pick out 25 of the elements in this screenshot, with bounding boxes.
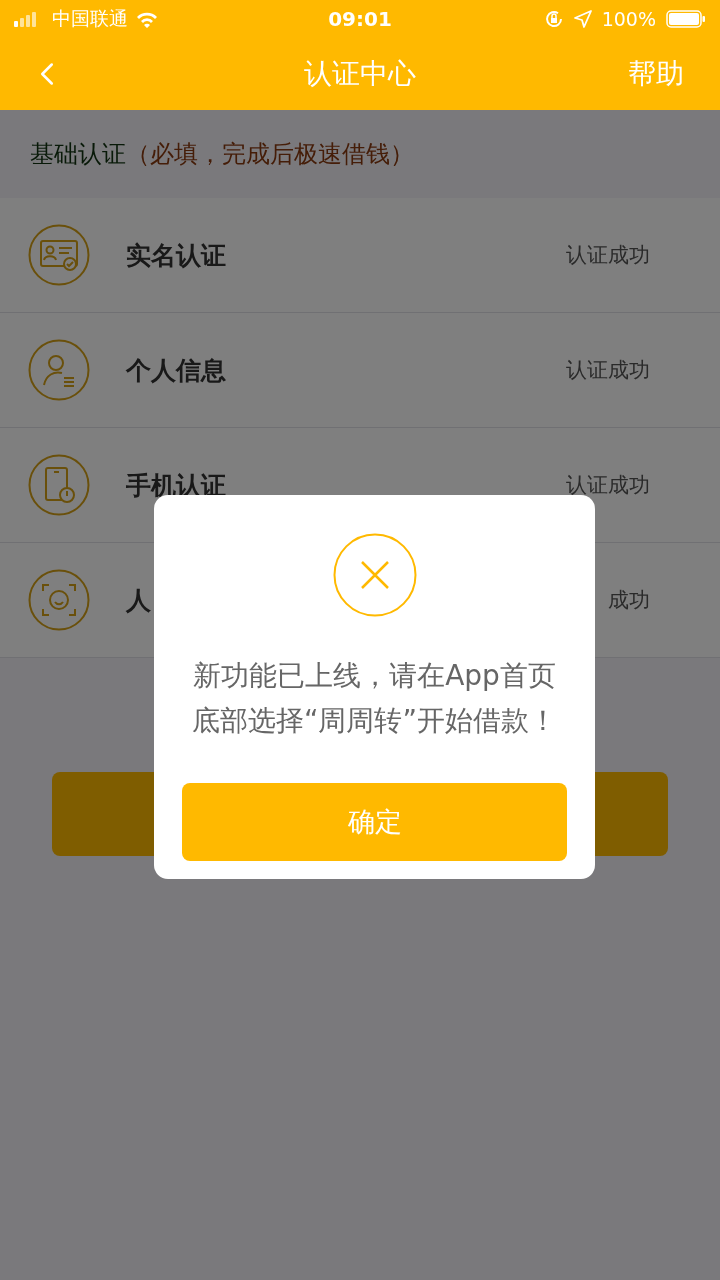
face-scan-icon [28,569,90,631]
battery-icon [666,10,706,28]
item-status: 成功 [608,587,650,614]
close-icon [332,533,417,617]
verification-row[interactable]: 个人信息 认证成功 [0,313,720,428]
page-title: 认证中心 [303,56,417,92]
item-title: 个人信息 [126,354,227,387]
clock-time: 09:01 [327,7,393,31]
item-title: 人 [126,584,152,617]
item-status: 认证成功 [566,242,650,269]
rotation-lock-icon [543,9,564,29]
wifi-icon [136,10,158,28]
section-note: （必填，完成后极速借钱） [126,139,414,170]
id-card-icon [28,224,90,286]
carrier-name: 中国联通 [52,6,128,31]
verification-row[interactable]: 实名认证 认证成功 [0,198,720,313]
item-status: 认证成功 [566,472,650,499]
item-title: 实名认证 [126,239,227,272]
item-status: 认证成功 [566,357,650,384]
phone-icon [28,454,90,516]
dialog-message: 新功能已上线，请在App首页底部选择“周周转”开始借款！ [191,658,558,739]
location-icon [573,10,592,28]
section-title: 基础认证 [30,139,126,170]
battery-percent: 100% [601,8,656,30]
person-icon [28,339,90,401]
